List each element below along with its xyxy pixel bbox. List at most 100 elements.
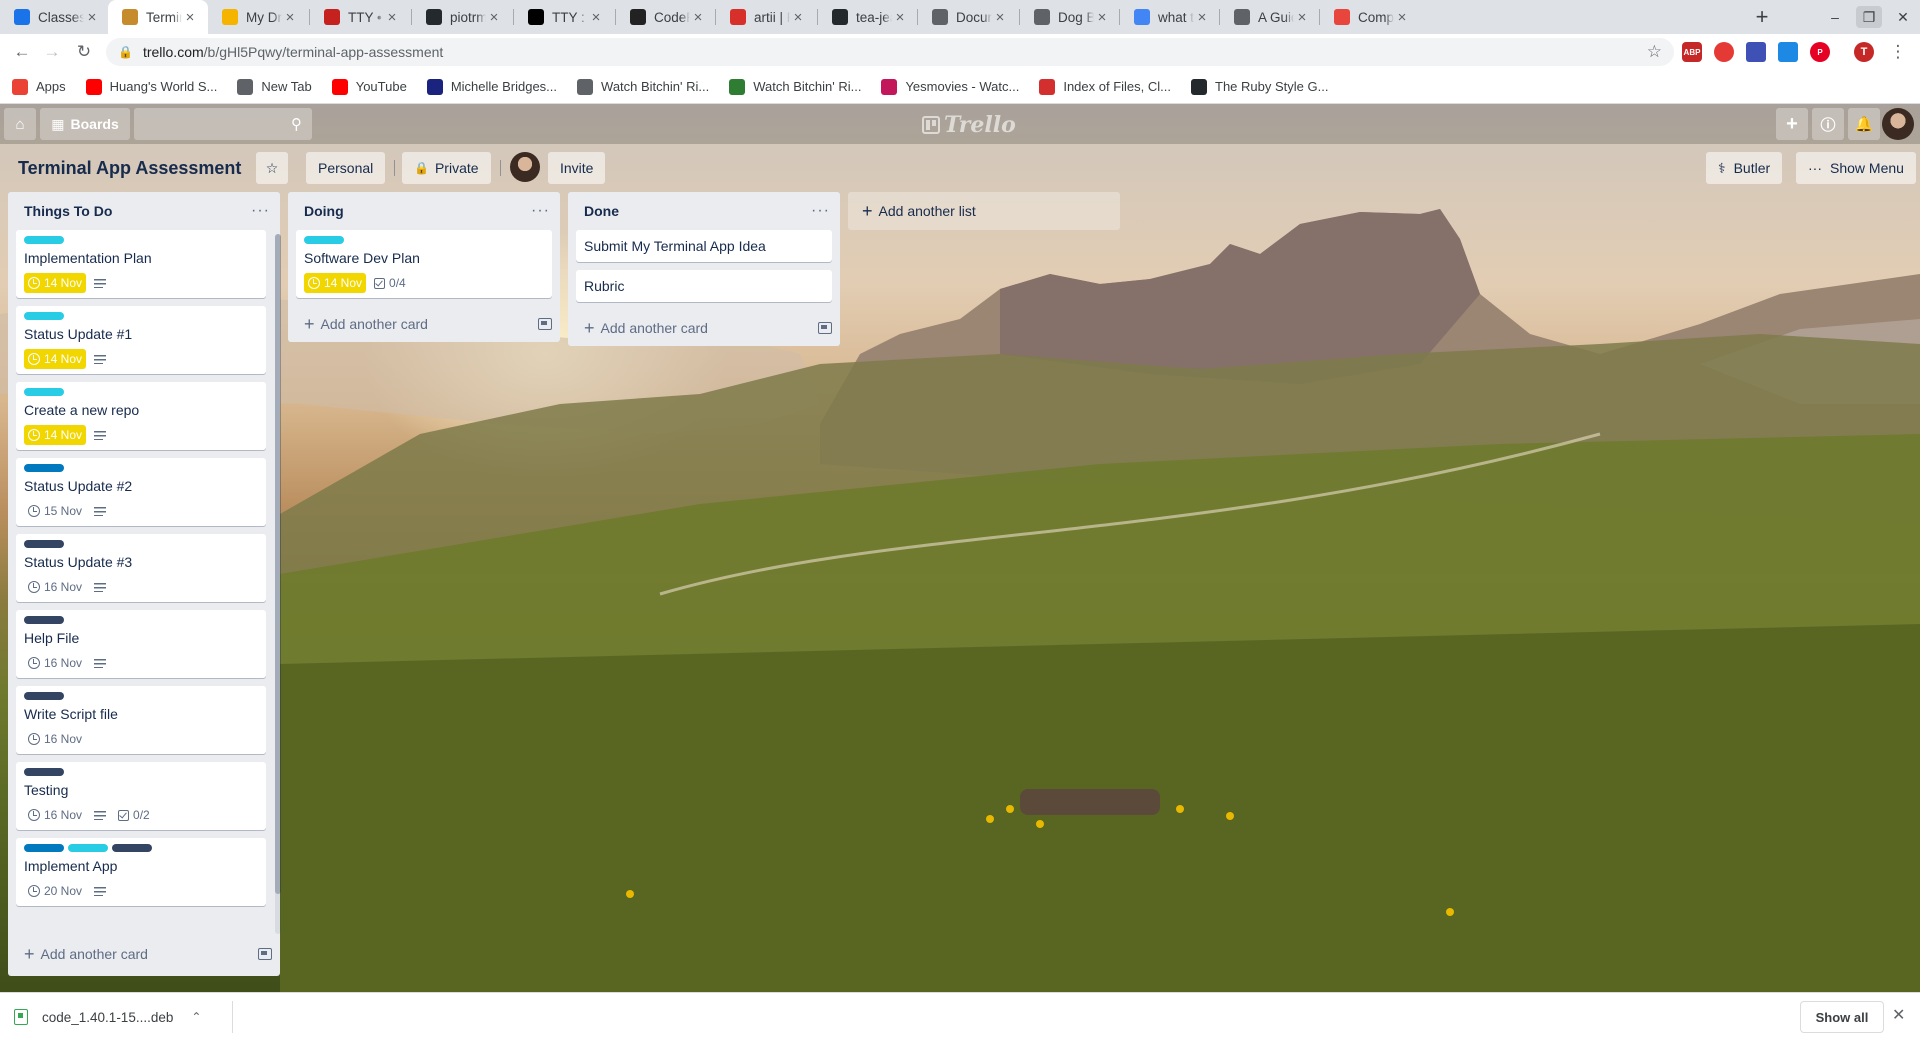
label-navy[interactable] xyxy=(24,692,64,700)
close-tab-icon[interactable]: × xyxy=(282,9,298,26)
info-icon[interactable]: ⓘ xyxy=(1812,108,1844,140)
board-title[interactable]: Terminal App Assessment xyxy=(12,152,247,184)
download-item[interactable]: code_1.40.1-15....deb ⌃ xyxy=(14,1001,201,1033)
card[interactable]: Help File 16 Nov xyxy=(16,610,266,678)
browser-tab[interactable]: what type× xyxy=(1120,0,1220,34)
close-tab-icon[interactable]: × xyxy=(1094,9,1110,26)
chevron-up-icon[interactable]: ⌃ xyxy=(191,1010,201,1024)
home-icon[interactable]: ⌂ xyxy=(4,108,36,140)
bookmark-item[interactable]: The Ruby Style G... xyxy=(1191,78,1328,95)
close-tab-icon[interactable]: × xyxy=(1394,9,1410,26)
due-date-badge[interactable]: 16 Nov xyxy=(24,805,86,825)
bookmark-item[interactable]: Michelle Bridges... xyxy=(426,78,557,95)
star-board-icon[interactable]: ☆ xyxy=(256,152,288,184)
bookmark-item[interactable]: Yesmovies - Watc... xyxy=(881,78,1019,95)
browser-tab[interactable]: Classes an× xyxy=(0,0,110,34)
bookmark-item[interactable]: Apps xyxy=(12,78,66,95)
butler-button[interactable]: ⚕ Butler xyxy=(1706,152,1783,184)
close-tab-icon[interactable]: × xyxy=(84,9,100,26)
create-plus-icon[interactable]: + xyxy=(1776,108,1808,140)
card[interactable]: Status Update #3 16 Nov xyxy=(16,534,266,602)
browser-tab[interactable]: tea-jean/a× xyxy=(818,0,918,34)
card[interactable]: Write Script file 16 Nov xyxy=(16,686,266,754)
bookmark-item[interactable]: Huang's World S... xyxy=(85,78,217,95)
bookmark-star-icon[interactable]: ☆ xyxy=(1647,42,1662,62)
close-tab-icon[interactable]: × xyxy=(1294,9,1310,26)
close-window-icon[interactable]: ✕ xyxy=(1890,6,1916,28)
due-date-badge[interactable]: 14 Nov xyxy=(304,273,367,293)
browser-tab[interactable]: artii | Ruby× xyxy=(716,0,816,34)
close-tab-icon[interactable]: × xyxy=(892,9,908,26)
card[interactable]: Rubric xyxy=(576,270,832,302)
adblock-extension-icon[interactable]: ABP xyxy=(1682,42,1702,62)
card-template-icon[interactable] xyxy=(258,948,272,960)
add-list-button[interactable]: + Add another list xyxy=(848,192,1120,230)
label-navy[interactable] xyxy=(24,540,64,548)
chrome-menu-icon[interactable]: ⋮ xyxy=(1886,40,1910,64)
show-menu-button[interactable]: ··· Show Menu xyxy=(1796,152,1916,184)
reload-icon[interactable]: ↻ xyxy=(72,40,96,64)
list-menu-icon[interactable]: ··· xyxy=(251,202,270,220)
board-search-input[interactable]: ⚲ xyxy=(134,108,312,140)
browser-tab[interactable]: Terminal A× xyxy=(108,0,208,34)
close-tab-icon[interactable]: × xyxy=(384,9,400,26)
bookmark-item[interactable]: YouTube xyxy=(331,78,407,95)
new-tab-button[interactable]: + xyxy=(1748,4,1776,30)
due-date-badge[interactable]: 14 Nov xyxy=(24,273,87,293)
scrollbar-thumb[interactable] xyxy=(275,234,281,894)
close-tab-icon[interactable]: × xyxy=(182,9,198,26)
browser-tab[interactable]: TTY : A Ru× xyxy=(514,0,614,34)
due-date-badge[interactable]: 16 Nov xyxy=(24,653,86,673)
notifications-bell-icon[interactable]: 🔔 xyxy=(1848,108,1880,140)
card[interactable]: Submit My Terminal App Idea xyxy=(576,230,832,262)
card[interactable]: Software Dev Plan 14 Nov 0/4 xyxy=(296,230,552,298)
add-card-button[interactable]: + Add another card xyxy=(568,310,840,346)
address-bar[interactable]: 🔒 trello.com/b/gHl5Pqwy/terminal-app-ass… xyxy=(106,38,1674,66)
label-cyan[interactable] xyxy=(24,312,64,320)
close-tab-icon[interactable]: × xyxy=(690,9,706,26)
trello-logo[interactable]: Trello xyxy=(922,112,1016,138)
boards-button[interactable]: ▦ Boards xyxy=(40,108,130,140)
card[interactable]: Implementation Plan 14 Nov xyxy=(16,230,266,298)
close-tab-icon[interactable]: × xyxy=(790,9,806,26)
label-cyan[interactable] xyxy=(24,388,64,396)
label-blue[interactable] xyxy=(24,844,64,852)
privacy-button[interactable]: 🔒 Private xyxy=(402,152,491,184)
card[interactable]: Create a new repo 14 Nov xyxy=(16,382,266,450)
card[interactable]: Testing 16 Nov 0/2 xyxy=(16,762,266,830)
due-date-badge[interactable]: 16 Nov xyxy=(24,577,86,597)
list-menu-icon[interactable]: ··· xyxy=(531,202,550,220)
label-cyan[interactable] xyxy=(304,236,344,244)
add-card-button[interactable]: + Add another card xyxy=(288,306,560,342)
close-tab-icon[interactable]: × xyxy=(588,9,604,26)
close-shelf-icon[interactable]: ✕ xyxy=(1892,1005,1905,1025)
due-date-badge[interactable]: 14 Nov xyxy=(24,349,87,369)
browser-tab[interactable]: piotrmura× xyxy=(412,0,512,34)
label-cyan[interactable] xyxy=(68,844,108,852)
invite-button[interactable]: Invite xyxy=(548,152,606,184)
browser-tab[interactable]: Compare× xyxy=(1320,0,1420,34)
close-tab-icon[interactable]: × xyxy=(486,9,502,26)
due-date-badge[interactable]: 14 Nov xyxy=(24,425,87,445)
card[interactable]: Implement App 20 Nov xyxy=(16,838,266,906)
browser-tab[interactable]: Dog Breed× xyxy=(1020,0,1120,34)
translate-extension-icon[interactable] xyxy=(1746,42,1766,62)
label-navy[interactable] xyxy=(24,768,64,776)
due-date-badge[interactable]: 20 Nov xyxy=(24,881,86,901)
list-scrollbar[interactable] xyxy=(275,234,281,934)
restore-icon[interactable]: ❐ xyxy=(1856,6,1882,28)
bookmark-item[interactable]: Watch Bitchin' Ri... xyxy=(729,78,861,95)
show-all-button[interactable]: Show all xyxy=(1800,1001,1884,1033)
card-template-icon[interactable] xyxy=(538,318,552,330)
member-avatar[interactable] xyxy=(1882,108,1914,140)
browser-tab[interactable]: Document× xyxy=(918,0,1018,34)
colorpicker-extension-icon[interactable] xyxy=(1778,42,1798,62)
list-title[interactable]: Done xyxy=(584,203,811,219)
board-member-avatar[interactable] xyxy=(510,152,540,182)
label-blue[interactable] xyxy=(24,464,64,472)
browser-tab[interactable]: TTY • The× xyxy=(310,0,410,34)
due-date-badge[interactable]: 15 Nov xyxy=(24,501,86,521)
close-tab-icon[interactable]: × xyxy=(992,9,1008,26)
add-card-button[interactable]: + Add another card xyxy=(8,936,280,972)
label-navy[interactable] xyxy=(112,844,152,852)
